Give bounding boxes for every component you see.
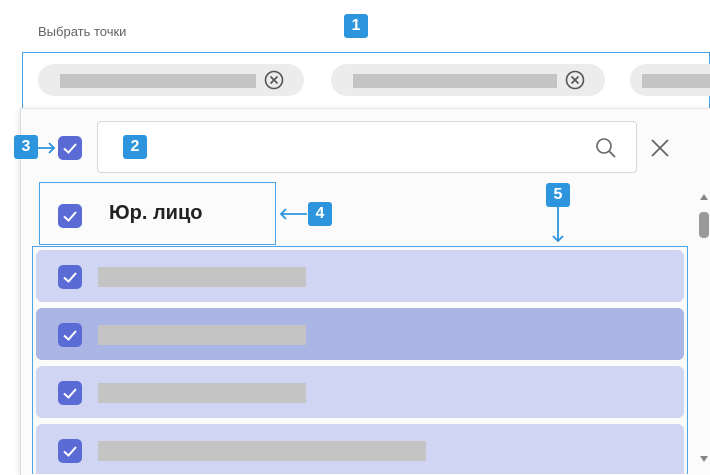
scrollbar[interactable] (698, 190, 710, 470)
item-checkbox[interactable] (58, 323, 82, 347)
search-icon[interactable] (595, 137, 617, 164)
selected-chip[interactable] (38, 64, 304, 96)
group-checkbox[interactable] (58, 204, 82, 228)
chip-label-redacted (60, 74, 256, 88)
scroll-down-icon[interactable] (700, 456, 708, 462)
item-label-redacted (98, 441, 426, 461)
checkmark-icon (63, 330, 77, 341)
arrow-down-icon (552, 207, 564, 243)
close-icon[interactable] (650, 138, 670, 163)
scroll-thumb[interactable] (699, 212, 709, 238)
item-checkbox[interactable] (58, 439, 82, 463)
chip-label-redacted (353, 74, 557, 88)
checkmark-icon (63, 388, 77, 399)
item-label-redacted (98, 325, 306, 345)
selected-chip[interactable] (331, 64, 605, 96)
search-input[interactable] (150, 134, 574, 162)
item-checkbox[interactable] (58, 381, 82, 405)
remove-circle-icon[interactable] (565, 70, 585, 90)
annotation-badge-4: 4 (308, 202, 332, 226)
selected-chip[interactable] (630, 64, 710, 96)
list-item[interactable] (36, 308, 684, 360)
annotation-badge-2: 2 (123, 135, 147, 159)
item-checkbox[interactable] (58, 265, 82, 289)
arrow-left-icon (279, 208, 307, 220)
arrow-right-icon (38, 142, 56, 154)
chip-label-redacted (642, 74, 710, 88)
scroll-up-icon[interactable] (700, 194, 708, 200)
field-label: Выбрать точки (38, 24, 127, 39)
group-title: Юр. лицо (109, 202, 203, 224)
annotation-badge-5: 5 (546, 183, 570, 207)
list-item[interactable] (36, 424, 684, 474)
checkmark-icon (63, 143, 77, 154)
checkmark-icon (63, 211, 77, 222)
item-label-redacted (98, 383, 306, 403)
list-item[interactable] (36, 366, 684, 418)
list-item[interactable] (36, 250, 684, 302)
item-label-redacted (98, 267, 306, 287)
annotation-badge-3: 3 (14, 135, 38, 159)
checkmark-icon (63, 446, 77, 457)
checkmark-icon (63, 272, 77, 283)
search-field[interactable] (97, 121, 637, 173)
remove-circle-icon[interactable] (264, 70, 284, 90)
select-all-checkbox[interactable] (58, 136, 82, 160)
annotation-badge-1: 1 (344, 14, 368, 38)
